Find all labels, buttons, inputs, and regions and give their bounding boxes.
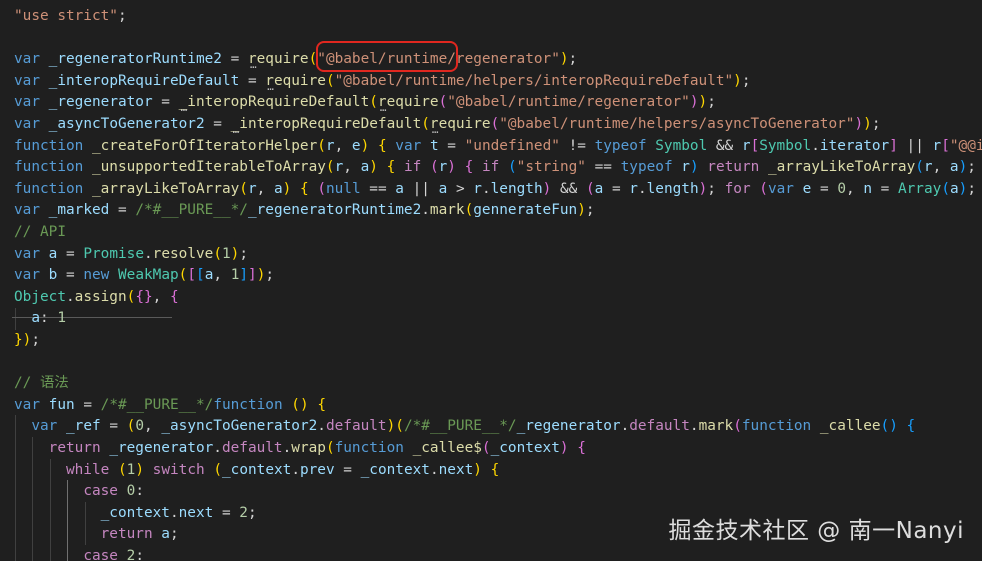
code-line[interactable]: function _createForOfIteratorHelper(r, e… (14, 136, 982, 158)
code-line[interactable]: while (1) switch (_context.prev = _conte… (14, 460, 499, 482)
code-line[interactable]: }); (14, 330, 40, 352)
annotation-highlight-box (316, 41, 458, 72)
watermark: 掘金技术社区 @ 南一Nanyi (668, 518, 964, 544)
code-line[interactable]: Object.assign({}, { (14, 287, 179, 309)
code-line[interactable]: function _unsupportedIterableToArray(r, … (14, 157, 976, 179)
code-line[interactable]: case 2: (14, 546, 144, 561)
code-line[interactable]: var fun = /*#__PURE__*/function () { (14, 395, 326, 417)
code-line[interactable]: var _ref = (0, _asyncToGenerator2.defaul… (14, 416, 915, 438)
code-line[interactable]: a: 1 (14, 308, 66, 330)
code-line[interactable]: var _regeneratorRuntime2 = require("@bab… (14, 49, 577, 71)
code-line[interactable]: case 0: (14, 481, 144, 503)
code-line[interactable]: _context.next = 2; (14, 503, 257, 525)
code-line[interactable]: var _regenerator = _interopRequireDefaul… (14, 92, 716, 114)
code-line[interactable]: // API (14, 222, 66, 244)
code-line[interactable]: var b = new WeakMap([[a, 1]]); (14, 265, 274, 287)
code-line[interactable]: function _arrayLikeToArray(r, a) { (null… (14, 179, 976, 201)
code-editor[interactable]: "use strict"; var _regeneratorRuntime2 =… (0, 0, 982, 561)
code-line[interactable]: var _interopRequireDefault = require("@b… (14, 71, 751, 93)
code-line[interactable]: var a = Promise.resolve(1); (14, 244, 248, 266)
code-line[interactable]: return a; (14, 524, 179, 546)
code-line[interactable]: var _asyncToGenerator2 = _interopRequire… (14, 114, 880, 136)
code-line[interactable]: // 语法 (14, 373, 69, 395)
code-line[interactable]: return _regenerator.default.wrap(functio… (14, 438, 586, 460)
code-line[interactable]: var _marked = /*#__PURE__*/_regeneratorR… (14, 200, 595, 222)
code-line[interactable]: "use strict"; (14, 6, 127, 28)
